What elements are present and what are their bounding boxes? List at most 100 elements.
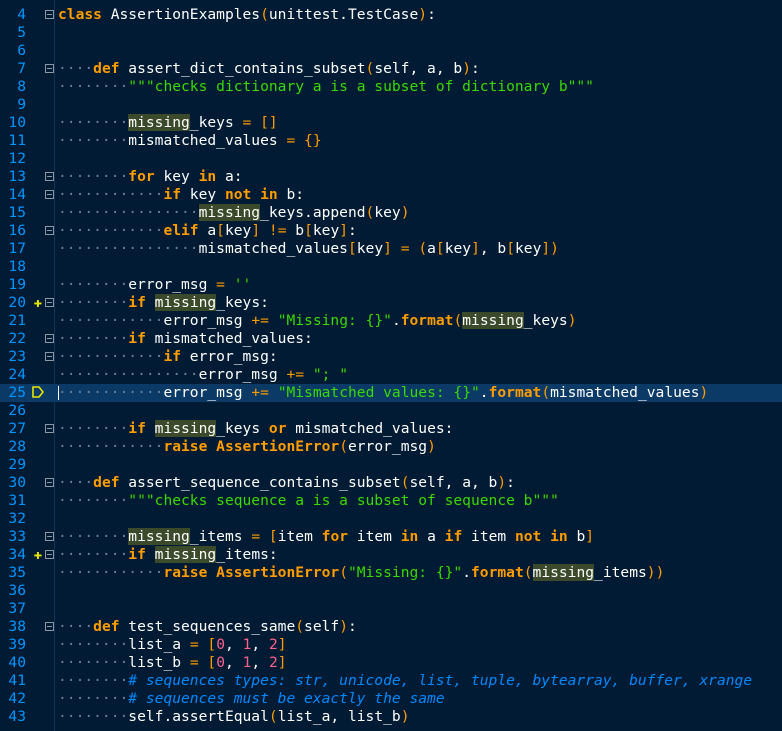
code-text: ········if mismatched_values: [58,330,313,347]
line-number: 35 [8,564,26,581]
fold-toggle-icon[interactable] [45,226,54,235]
code-line[interactable]: 16 ············elif a[key] != b[key]: [0,222,782,240]
code-line[interactable]: 20 ✚ ········if missing_keys: [0,294,782,312]
line-number: 18 [8,258,26,275]
code-text: ········# sequences types: str, unicode,… [58,672,753,689]
code-line[interactable]: 40 ········list_b = [0, 1, 2] [0,654,782,672]
line-number: 19 [8,276,26,293]
code-line[interactable]: 27 ········if missing_keys or mismatched_… [0,420,782,438]
fold-toggle-icon[interactable] [45,64,54,73]
bookmark-plus-icon[interactable]: ✚ [30,547,46,563]
code-line[interactable]: 4 class AssertionExamples(unittest.TestCa… [0,6,782,24]
line-number: 20 [8,294,26,311]
fold-toggle-icon[interactable] [45,478,54,487]
line-number: 39 [8,636,26,653]
code-line[interactable]: 38 ····def test_sequences_same(self): [0,618,782,636]
line-number: 29 [8,456,26,473]
line-number: 9 [17,96,26,113]
code-line[interactable]: 17 ················mismatched_values[key]… [0,240,782,258]
line-number: 32 [8,510,26,527]
code-line[interactable]: 36 [0,582,782,600]
code-text: ············if error_msg: [58,348,278,365]
line-number: 28 [8,438,26,455]
line-number: 37 [8,600,26,617]
code-line[interactable]: 23 ············if error_msg: [0,348,782,366]
fold-toggle-icon[interactable] [45,622,54,631]
code-line[interactable]: 15 ················missing_keys.append(ke… [0,204,782,222]
code-line[interactable]: 7 ····def assert_dict_contains_subset(sel… [0,60,782,78]
code-text: ········"""checks sequence a is a subset… [58,492,559,509]
line-number: 30 [8,474,26,491]
code-line[interactable]: 26 [0,402,782,420]
code-line[interactable]: 29 [0,456,782,474]
code-line[interactable]: 37 [0,600,782,618]
line-number: 27 [8,420,26,437]
code-line[interactable]: 41 ········# sequences types: str, unicod… [0,672,782,690]
code-line[interactable]: 30 ····def assert_sequence_contains_subse… [0,474,782,492]
code-text: ········if missing_keys or mismatched_va… [58,420,454,437]
line-number: 7 [17,60,26,77]
code-text: ········# sequences must be exactly the … [58,690,445,707]
line-number: 8 [17,78,26,95]
code-line[interactable]: 34 ✚ ········if missing_items: [0,546,782,564]
bookmark-plus-icon[interactable]: ✚ [30,295,46,311]
line-number: 42 [8,690,26,707]
code-line[interactable]: 25 ············error_msg += "Mismatched v… [0,384,782,402]
code-line[interactable]: 21 ············error_msg += "Missing: {}"… [0,312,782,330]
code-text: ····def assert_sequence_contains_subset(… [58,474,515,491]
line-number: 22 [8,330,26,347]
fold-toggle-icon[interactable] [45,190,54,199]
fold-toggle-icon[interactable] [45,550,54,559]
code-line[interactable]: 24 ················error_msg += "; " [0,366,782,384]
code-line[interactable]: 10 ········missing_keys = [] [0,114,782,132]
code-text: ········list_b = [0, 1, 2] [58,654,287,671]
line-number: 13 [8,168,26,185]
code-line[interactable]: 28 ············raise AssertionError(error… [0,438,782,456]
code-text: ········"""checks dictionary a is a subs… [58,78,594,95]
code-line[interactable]: 13 ········for key in a: [0,168,782,186]
line-number: 40 [8,654,26,671]
line-number: 4 [17,6,26,23]
fold-toggle-icon[interactable] [45,352,54,361]
fold-toggle-icon[interactable] [45,334,54,343]
line-number: 10 [8,114,26,131]
fold-toggle-icon[interactable] [45,532,54,541]
code-line[interactable]: 42 ········# sequences must be exactly th… [0,690,782,708]
code-line[interactable]: 12 [0,150,782,168]
code-editor[interactable]: 4 class AssertionExamples(unittest.TestCa… [0,0,782,731]
line-number: 11 [8,132,26,149]
code-text: ············error_msg += "Mismatched val… [58,384,709,401]
line-number: 33 [8,528,26,545]
code-text: ········self.assertEqual(list_a, list_b) [58,708,410,725]
code-text: ················mismatched_values[key] =… [58,240,559,257]
code-line[interactable]: 18 [0,258,782,276]
code-text: ············raise AssertionError("Missin… [58,564,665,581]
code-line[interactable]: 19 ········error_msg = '' [0,276,782,294]
text-caret [58,386,59,400]
code-line[interactable]: 9 [0,96,782,114]
code-line[interactable]: 11 ········mismatched_values = {} [0,132,782,150]
line-number: 23 [8,348,26,365]
code-line[interactable]: 8 ········"""checks dictionary a is a sub… [0,78,782,96]
code-line[interactable]: 31 ········"""checks sequence a is a subs… [0,492,782,510]
line-number: 36 [8,582,26,599]
fold-toggle-icon[interactable] [45,172,54,181]
fold-toggle-icon[interactable] [45,298,54,307]
fold-toggle-icon[interactable] [45,424,54,433]
fold-toggle-icon[interactable] [45,10,54,19]
code-line[interactable]: 35 ············raise AssertionError("Miss… [0,564,782,582]
line-number: 34 [8,546,26,563]
line-number: 15 [8,204,26,221]
code-line[interactable]: 43 ········self.assertEqual(list_a, list_… [0,708,782,726]
code-line[interactable]: 22 ········if mismatched_values: [0,330,782,348]
code-line[interactable]: 14 ············if key not in b: [0,186,782,204]
code-text: ········missing_items = [item for item i… [58,528,595,545]
code-text: ············error_msg += "Missing: {}".f… [58,312,577,329]
code-line[interactable]: 6 [0,42,782,60]
code-line[interactable]: 32 [0,510,782,528]
line-number: 31 [8,492,26,509]
line-number: 17 [8,240,26,257]
code-line[interactable]: 33 ········missing_items = [item for item… [0,528,782,546]
code-line[interactable]: 39 ········list_a = [0, 1, 2] [0,636,782,654]
code-line[interactable]: 5 [0,24,782,42]
